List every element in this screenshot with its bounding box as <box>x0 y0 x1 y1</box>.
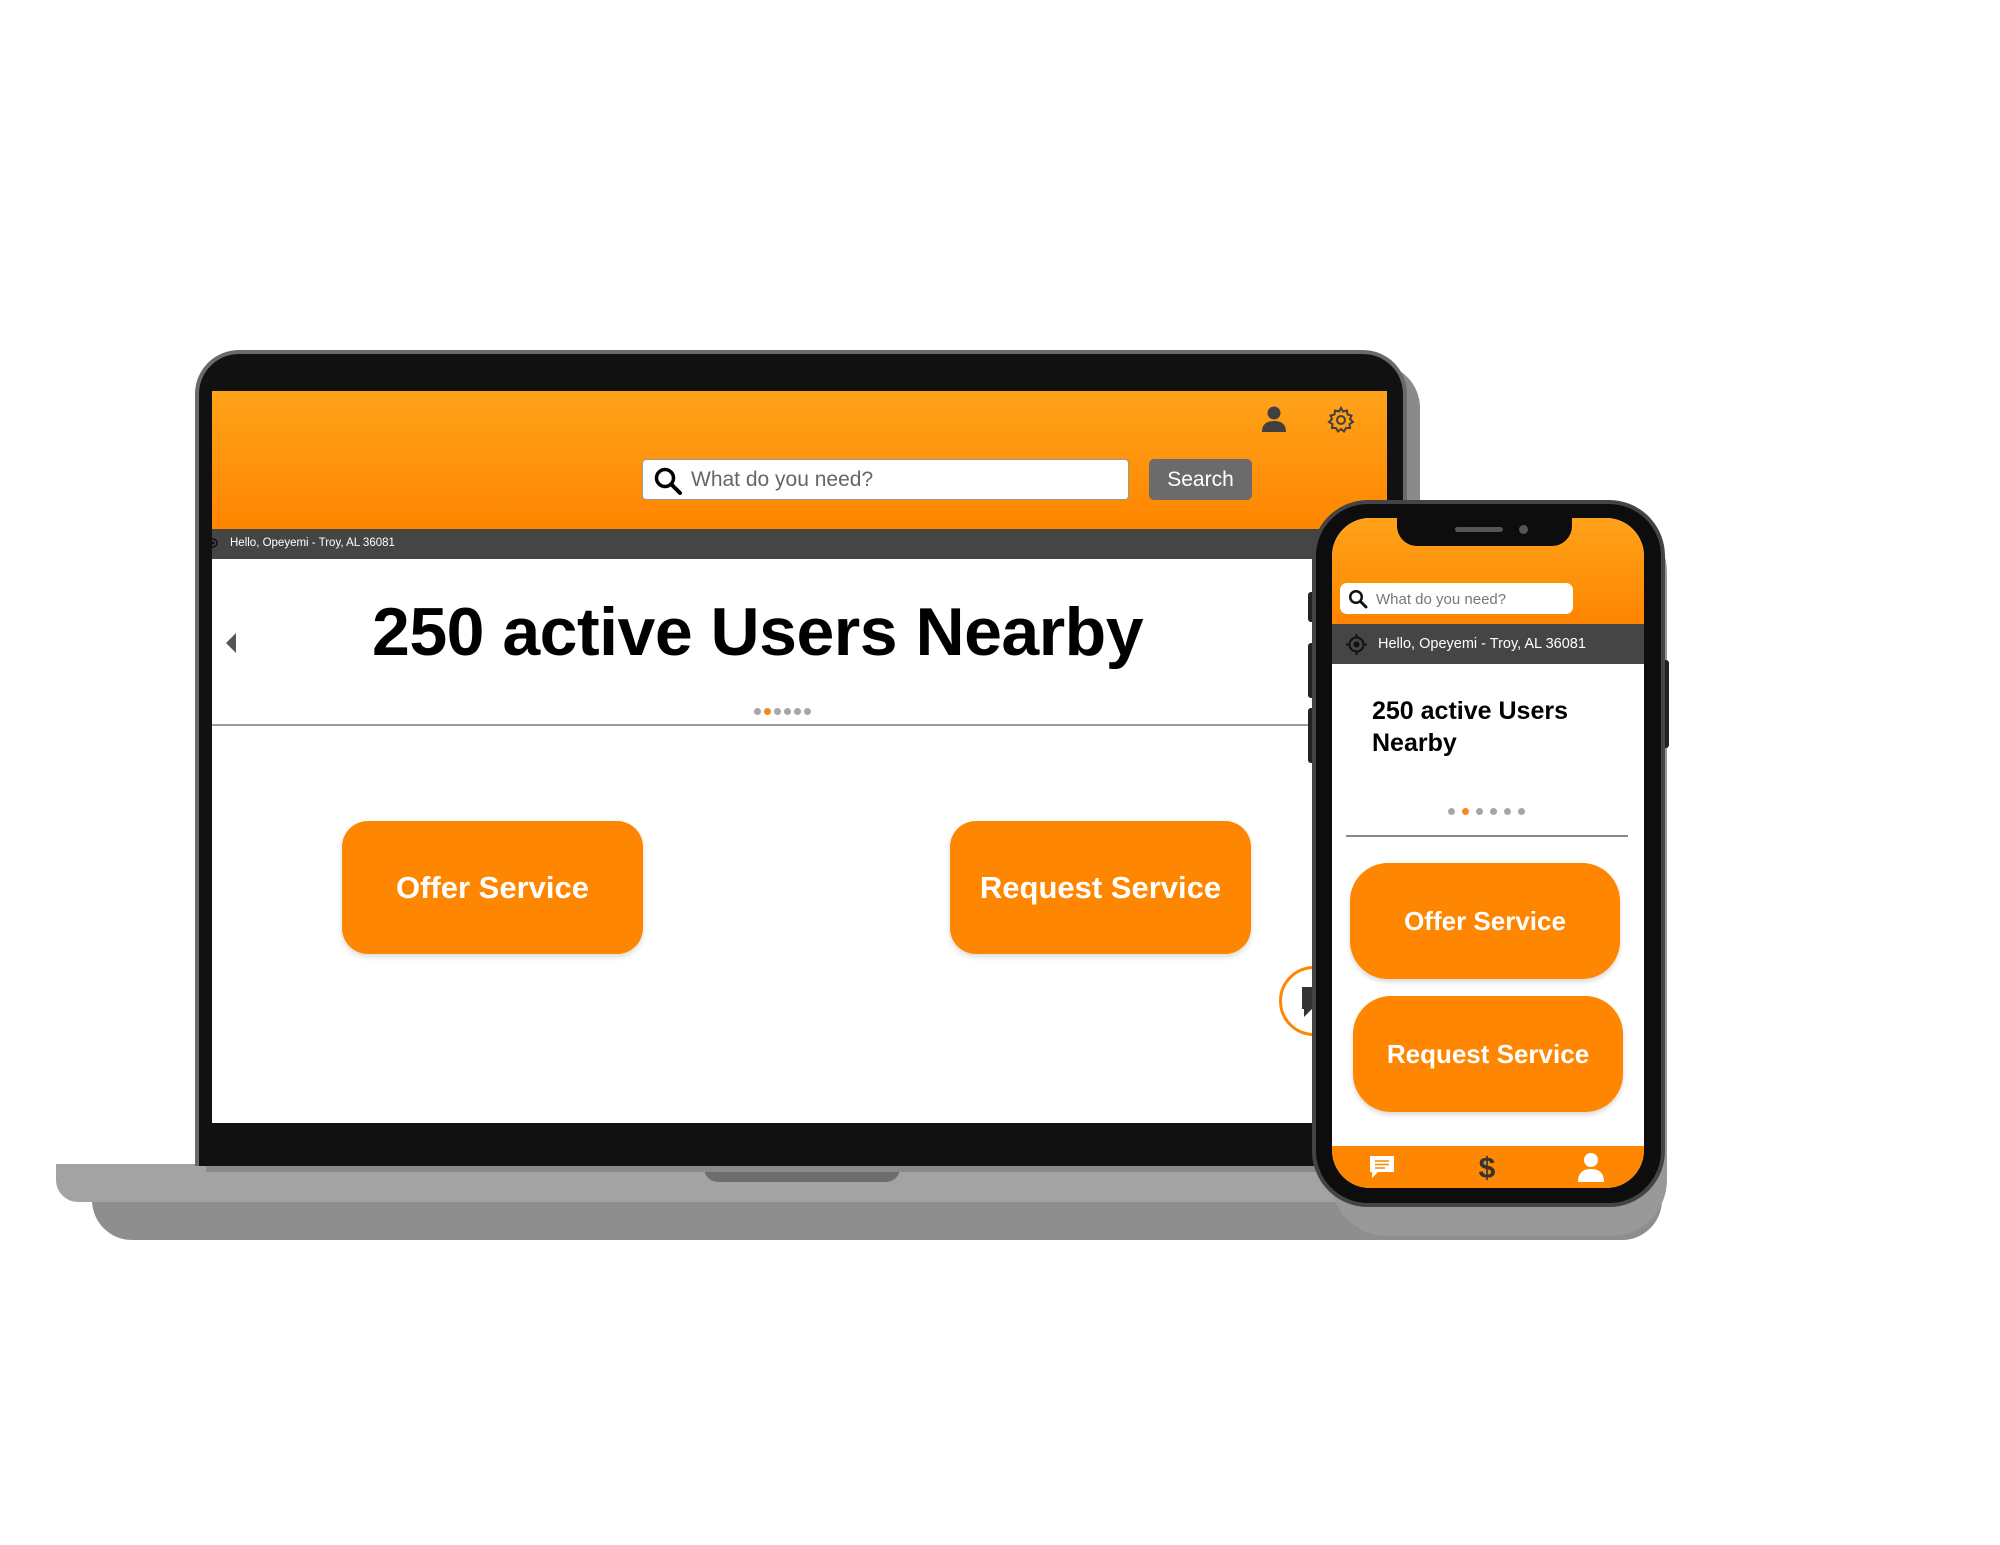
carousel-dot[interactable] <box>794 708 801 715</box>
chevron-left-icon[interactable] <box>224 631 238 655</box>
desktop-divider <box>212 724 1387 726</box>
desktop-request-service-button[interactable]: Request Service <box>950 821 1251 954</box>
carousel-dot[interactable] <box>784 708 791 715</box>
search-icon <box>654 467 682 495</box>
chat-icon[interactable] <box>1366 1151 1398 1183</box>
desktop-offer-service-button[interactable]: Offer Service <box>342 821 643 954</box>
gear-icon[interactable] <box>1326 405 1356 435</box>
svg-text:$: $ <box>1479 1152 1496 1183</box>
mobile-search-input[interactable] <box>1376 588 1566 610</box>
desktop-search-button[interactable]: Search <box>1149 459 1252 500</box>
carousel-dot-active[interactable] <box>764 708 771 715</box>
mobile-offer-service-button[interactable]: Offer Service <box>1350 863 1620 979</box>
mobile-search-bar <box>1340 583 1573 614</box>
dollar-icon[interactable]: $ <box>1471 1151 1503 1183</box>
location-icon <box>212 538 218 548</box>
desktop-header: Search <box>212 391 1387 529</box>
carousel-dot[interactable] <box>774 708 781 715</box>
search-icon <box>1348 589 1368 609</box>
desktop-carousel-dots <box>754 708 811 715</box>
desktop-location-text: Hello, Opeyemi - Troy, AL 36081 <box>230 537 395 549</box>
carousel-dot[interactable] <box>1504 808 1511 815</box>
desktop-search-input[interactable] <box>691 464 1121 496</box>
phone-speaker <box>1455 527 1503 532</box>
carousel-dot-active[interactable] <box>1462 808 1469 815</box>
profile-icon[interactable] <box>1575 1151 1607 1183</box>
carousel-dot[interactable] <box>1518 808 1525 815</box>
mobile-divider <box>1346 835 1628 837</box>
mobile-location-text: Hello, Opeyemi - Troy, AL 36081 <box>1378 636 1586 652</box>
desktop-location-bar: Hello, Opeyemi - Troy, AL 36081 <box>212 529 1387 559</box>
location-icon <box>1346 634 1367 655</box>
carousel-dot[interactable] <box>1476 808 1483 815</box>
carousel-dot[interactable] <box>1490 808 1497 815</box>
desktop-search-bar <box>642 459 1129 500</box>
mobile-location-bar: Hello, Opeyemi - Troy, AL 36081 <box>1332 624 1644 664</box>
mobile-tab-bar: $ <box>1332 1146 1644 1188</box>
carousel-dot[interactable] <box>1448 808 1455 815</box>
mobile-hero-headline: 250 active Users Nearby <box>1372 697 1568 757</box>
mobile-app-screen: Hello, Opeyemi - Troy, AL 36081 250 acti… <box>1332 518 1644 1188</box>
carousel-dot[interactable] <box>754 708 761 715</box>
desktop-app-screen: Search Hello, Opeyemi - Troy, AL 36081 2… <box>212 391 1387 1123</box>
carousel-dot[interactable] <box>804 708 811 715</box>
phone-camera <box>1519 525 1528 534</box>
mobile-carousel-dots <box>1448 808 1525 815</box>
desktop-hero-headline: 250 active Users Nearby <box>372 594 1144 670</box>
mobile-request-service-button[interactable]: Request Service <box>1353 996 1623 1112</box>
user-icon[interactable] <box>1260 405 1288 433</box>
